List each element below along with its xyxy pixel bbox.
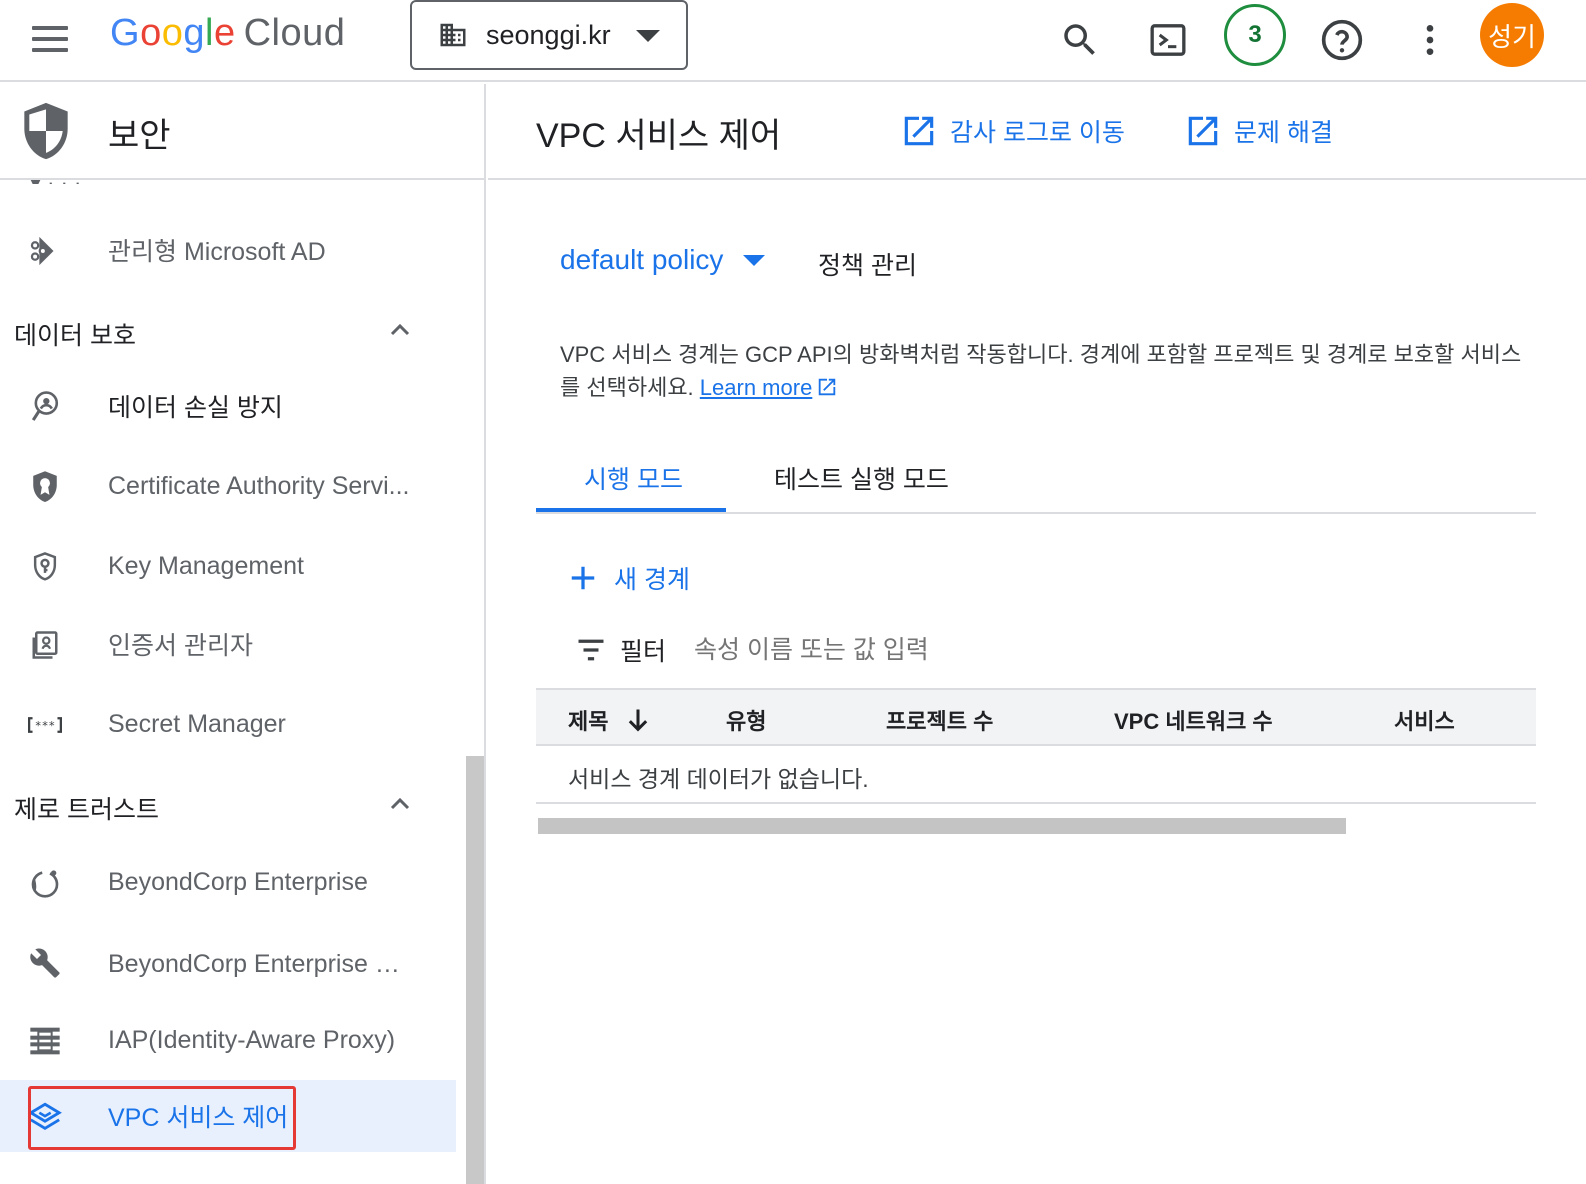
- sidebar-item-label: IAP(Identity-Aware Proxy): [108, 1025, 396, 1054]
- new-perimeter-label: 새 경계: [614, 566, 690, 594]
- beyondcorp-icon: [28, 866, 62, 900]
- active-tab-indicator: [536, 508, 726, 512]
- filter-icon: [578, 639, 604, 661]
- empty-message: 서비스 경계 데이터가 없습니다.: [568, 766, 869, 792]
- filter-label: 필터: [620, 638, 667, 666]
- troubleshoot-link-label: 문제 해결: [1234, 119, 1333, 147]
- top-app-bar: Google Cloud seonggi.kr 3 성기: [0, 0, 1586, 82]
- secret-manager-icon: ***: [28, 708, 62, 742]
- shield-icon: [24, 102, 68, 160]
- mode-tabs: 시행 모드 테스트 실행 모드: [536, 446, 1536, 514]
- filter-input[interactable]: [694, 635, 1195, 665]
- tab-dry-run-mode[interactable]: 테스트 실행 모드: [774, 460, 949, 496]
- chevron-up-icon: [390, 797, 410, 810]
- notification-badge[interactable]: 3: [1224, 4, 1286, 66]
- learn-more-link[interactable]: Learn more: [700, 375, 813, 400]
- sidebar-item-key-management[interactable]: Key Management: [0, 530, 456, 602]
- column-header-project-count[interactable]: 프로젝트 수: [886, 704, 993, 736]
- page-header: VPC 서비스 제어 감사 로그로 이동 문제 해결: [488, 84, 1586, 180]
- section-label: 제로 트러스트: [14, 796, 159, 824]
- sidebar-item-label: Certificate Authority Servi...: [108, 471, 410, 500]
- dlp-icon: [28, 390, 62, 424]
- table-horizontal-scrollbar[interactable]: [538, 818, 1346, 834]
- help-icon[interactable]: [1316, 14, 1368, 66]
- sidebar-title: 보안: [108, 117, 171, 155]
- hamburger-menu-icon[interactable]: [28, 20, 72, 60]
- sidebar-item-dlp[interactable]: 데이터 손실 방지: [0, 370, 456, 442]
- project-picker[interactable]: seonggi.kr: [410, 0, 688, 70]
- open-in-new-icon: [1188, 116, 1218, 146]
- main-content: VPC 서비스 제어 감사 로그로 이동 문제 해결 default polic…: [488, 84, 1586, 1184]
- cloud-shell-icon[interactable]: [1142, 14, 1194, 66]
- sidebar-item-label: BeyondCorp Enterprise: [108, 867, 368, 896]
- sidebar-item-secret-manager[interactable]: *** Secret Manager: [0, 688, 456, 760]
- vpc-service-controls-icon: [28, 1100, 62, 1134]
- sidebar-item-label: 관리형 Microsoft AD: [108, 238, 326, 266]
- section-data-protection[interactable]: 데이터 보호: [0, 302, 456, 362]
- chevron-up-icon: [390, 323, 410, 336]
- svg-text:***: ***: [35, 719, 55, 733]
- sidebar-item-certificate-authority[interactable]: Certificate Authority Servi...: [0, 450, 456, 522]
- audit-logs-link-label: 감사 로그로 이동: [950, 119, 1125, 147]
- open-in-new-icon: [819, 378, 836, 396]
- manage-policy-button[interactable]: 정책 관리: [818, 246, 917, 282]
- open-in-new-icon: [904, 116, 934, 146]
- table-header: 제목 유형 프로젝트 수 VPC 네트워크 수 서비스: [536, 688, 1536, 746]
- sidebar-item-label: BeyondCorp Enterprise 정...: [108, 950, 418, 978]
- sidebar-item-certificate-manager[interactable]: 인증서 관리자: [0, 608, 456, 680]
- chevron-down-icon: [636, 30, 660, 42]
- search-icon[interactable]: [1054, 14, 1106, 66]
- project-name: seonggi.kr: [486, 19, 611, 50]
- certificate-manager-icon: [28, 628, 62, 662]
- filter-bar: 필터: [576, 632, 1195, 668]
- new-perimeter-button[interactable]: 새 경계: [568, 560, 690, 596]
- sidebar-header: 보안: [0, 84, 484, 180]
- google-cloud-logo[interactable]: Google Cloud: [110, 12, 345, 55]
- managed-ad-icon: [28, 234, 62, 268]
- iap-icon: [28, 1024, 62, 1058]
- column-header-services[interactable]: 서비스: [1394, 704, 1455, 736]
- add-icon: [571, 566, 595, 590]
- column-header-type[interactable]: 유형: [726, 704, 766, 736]
- more-vert-icon[interactable]: [1404, 14, 1456, 66]
- policy-selected-value: default policy: [560, 244, 724, 275]
- column-header-title[interactable]: 제목: [568, 704, 652, 736]
- sidebar-item-label: 데이터 손실 방지: [108, 394, 283, 422]
- avatar[interactable]: 성기: [1480, 3, 1544, 67]
- sidebar-item-iap[interactable]: IAP(Identity-Aware Proxy): [0, 1004, 456, 1076]
- arrow-down-icon: [629, 709, 648, 732]
- troubleshoot-link[interactable]: 문제 해결: [1184, 112, 1333, 150]
- left-nav: 보안 ▾ · · · 관리형 Microsoft AD 데이터 보호 데이터 손…: [0, 84, 486, 1184]
- column-header-vpc-network-count[interactable]: VPC 네트워크 수: [1114, 704, 1273, 736]
- key-management-icon: [28, 550, 62, 584]
- sidebar-item-managed-ad[interactable]: 관리형 Microsoft AD: [0, 214, 456, 286]
- sidebar-item-label: Secret Manager: [108, 709, 286, 738]
- tab-enforced-mode[interactable]: 시행 모드: [584, 460, 683, 496]
- page-title: VPC 서비스 제어: [536, 117, 782, 155]
- certificate-authority-icon: [28, 470, 62, 504]
- sidebar-item-label: VPC 서비스 제어: [108, 1104, 289, 1132]
- sidebar-scrollbar[interactable]: [466, 756, 484, 1184]
- sidebar-item-vpc-service-controls[interactable]: VPC 서비스 제어: [0, 1080, 456, 1152]
- sidebar-item-beyondcorp[interactable]: BeyondCorp Enterprise: [0, 846, 456, 918]
- description: VPC 서비스 경계는 GCP API의 방화벽처럼 작동합니다. 경계에 포함…: [560, 338, 1540, 404]
- section-zero-trust[interactable]: 제로 트러스트: [0, 776, 456, 836]
- table-empty-row: 서비스 경계 데이터가 없습니다.: [536, 746, 1536, 804]
- sidebar-item-beyondcorp-policy[interactable]: BeyondCorp Enterprise 정...: [0, 926, 456, 998]
- policy-dropdown[interactable]: default policy: [560, 244, 766, 276]
- sidebar-item-label: Key Management: [108, 551, 304, 580]
- audit-logs-link[interactable]: 감사 로그로 이동: [900, 112, 1125, 150]
- chevron-down-icon: [743, 254, 766, 266]
- wrench-icon: [28, 946, 62, 980]
- organization-icon: [440, 23, 466, 47]
- section-label: 데이터 보호: [14, 322, 136, 350]
- sidebar-item-label: 인증서 관리자: [108, 632, 253, 660]
